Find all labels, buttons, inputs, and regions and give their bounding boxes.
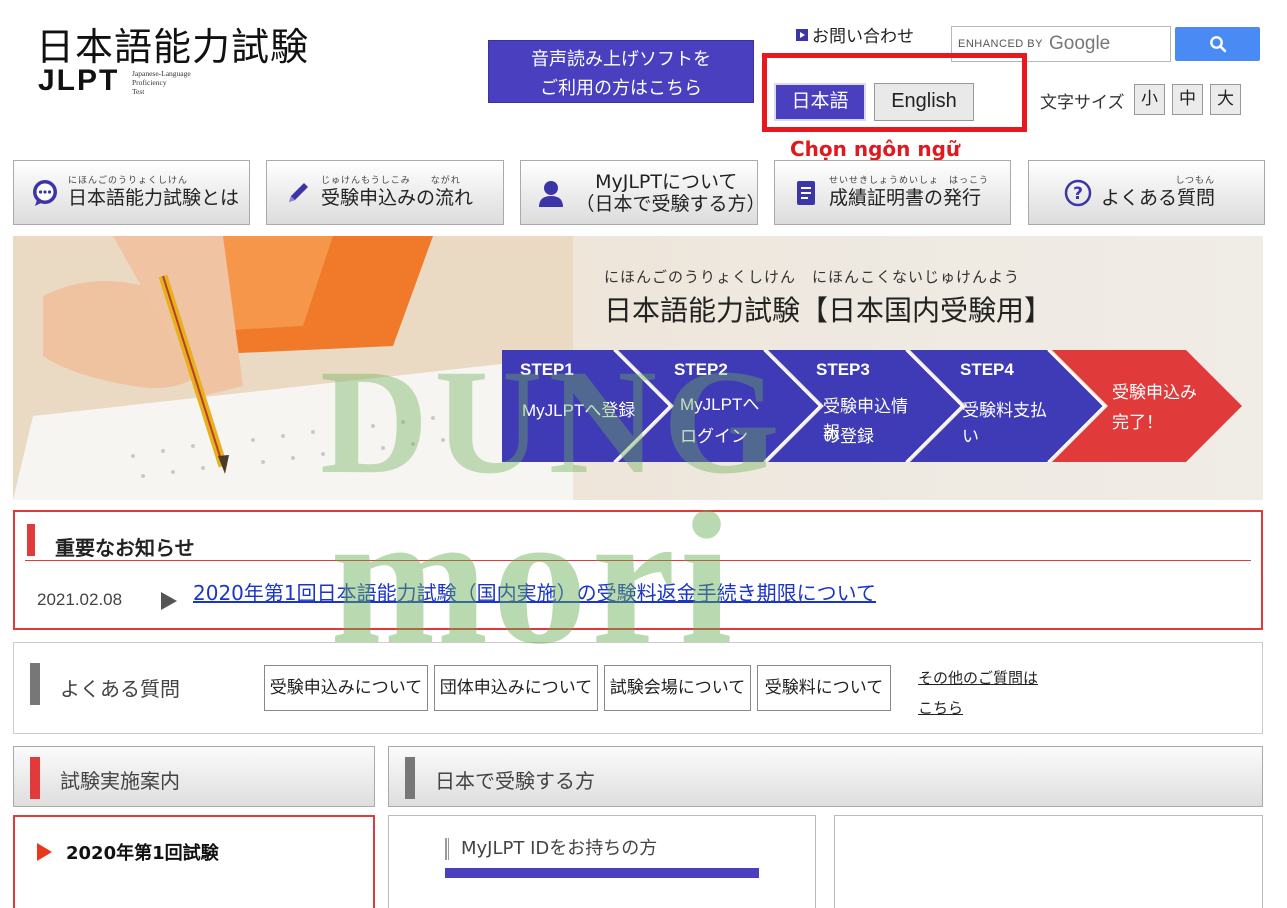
step-description: 受験料支払い [962,401,1047,446]
arrow-box-icon [796,28,808,41]
question-icon: ? [1061,176,1095,210]
step-complete: 受験申込み 完了！ [1052,350,1232,461]
logo-subtitle: Japanese-Language Proficiency Test [132,69,191,96]
faq-other-line2: こちら [918,699,964,717]
step-number: STEP3 [816,360,870,379]
watermark-text-2: mori [330,474,737,684]
chat-bubble-icon [28,176,62,210]
notice-accent-bar [27,524,35,556]
step-description-2: 完了！ [1112,413,1163,432]
myjlpt-id-box: MyJLPT IDをお持ちの方 [388,815,816,908]
myjlpt-login-button[interactable] [445,868,759,878]
search-enhanced-label: ENHANCED BY [958,38,1043,50]
step-description-2: の登録 [823,427,874,446]
logo-sub-line: Japanese-Language [132,69,191,78]
banner-title-ruby: にほんごのうりょくしけん にほんこくないじゅけんよう [604,268,1021,286]
font-size-small-button[interactable]: 小 [1134,84,1165,115]
nav-ruby: じゅけんもうしこみ ながれ [321,176,461,186]
nav-ruby: せいせきしょうめいしょ はっこう [829,176,990,186]
faq-fee-button[interactable]: 受験料について [757,665,891,711]
step-number: STEP4 [960,360,1014,379]
nav-label: 日本語能力試験とは [68,187,240,209]
nav-ruby: にほんごのうりょくしけん [68,176,189,186]
step-3: STEP3 受験申込情報 の登録 [768,350,908,461]
exam-info-box: 2020年第1回試験 [13,815,375,908]
language-english-button[interactable]: English [874,83,974,121]
nav-label: 受験申込みの流れ [321,187,474,209]
nav-myjlpt[interactable]: MyJLPTについて （日本で受験する方） [520,160,766,225]
faq-other-link[interactable]: その他のご質問は こちら [918,663,1038,723]
faq-title: よくある質問 [60,677,180,701]
nav-certificate[interactable]: せいせきしょうめいしょ はっこう 成績証明書の発行 [774,160,1011,225]
user-icon [535,176,567,210]
nav-label-sub: （日本で受験する方） [575,192,766,215]
nav-ruby: しつもん [1175,176,1216,186]
contact-link[interactable]: お問い合わせ [796,22,914,47]
step-description: 受験申込み [1112,383,1197,402]
search-button[interactable] [1175,27,1260,61]
logo-sub-line: Test [132,87,145,96]
section-japan-exam[interactable]: 日本で受験する方 [388,746,1263,807]
svg-text:?: ? [1073,184,1083,204]
nav-application-flow[interactable]: じゅけんもうしこみ ながれ 受験申込みの流れ [266,160,504,225]
play-arrow-icon [37,843,52,861]
search-icon [1209,36,1226,53]
step-4: STEP4 受験料支払い [910,350,1050,461]
logo-japanese[interactable]: 日本語能力試験 [36,16,309,71]
faq-other-line1: その他のご質問は [918,669,1039,687]
font-size-medium-button[interactable]: 中 [1172,84,1203,115]
nav-about-jlpt[interactable]: にほんごのうりょくしけん 日本語能力試験とは [13,160,250,225]
logo-jlpt[interactable]: JLPT [38,64,119,98]
notice-date: 2021.02.08 [37,590,123,609]
font-size-large-button[interactable]: 大 [1210,84,1241,115]
bracket-icon [445,838,449,860]
nav-label: 成績証明書の発行 [829,187,982,209]
contact-label: お問い合わせ [812,27,914,47]
exam-item[interactable]: 2020年第1回試験 [37,839,219,865]
google-label: Google [1048,33,1111,54]
nav-label: よくある質問 [1101,187,1216,209]
section-title: 日本で受験する方 [435,769,595,793]
nav-label: MyJLPTについて [595,170,738,193]
myjlpt-id-label: MyJLPT IDをお持ちの方 [461,838,658,859]
banner-title: 日本語能力試験【日本国内受験用】 [604,294,1053,327]
voice-reader-line2: ご利用の方はこちら [540,78,702,99]
section-title: 試験実施案内 [60,769,180,793]
faq-accent-bar [30,663,40,705]
play-arrow-icon [161,592,177,610]
section-accent-bar [405,757,415,799]
font-size-label: 文字サイズ [1040,93,1125,113]
choose-language-annotation: Chọn ngôn ngữ [790,137,961,161]
nav-faq[interactable]: ? しつもん よくある質問 [1028,160,1265,225]
language-japanese-button[interactable]: 日本語 [774,83,866,121]
empty-info-box [834,815,1263,908]
notice-title: 重要なお知らせ [55,536,195,560]
pencil-icon [281,176,315,210]
section-exam-info[interactable]: 試験実施案内 [13,746,375,807]
exam-item-label: 2020年第1回試験 [66,843,219,864]
document-icon [789,176,823,210]
logo-sub-line: Proficiency [132,78,167,87]
voice-reader-button[interactable]: 音声読み上げソフトを ご利用の方はこちら [488,40,754,103]
section-accent-bar [30,757,40,799]
voice-reader-line1: 音声読み上げソフトを [531,49,711,70]
